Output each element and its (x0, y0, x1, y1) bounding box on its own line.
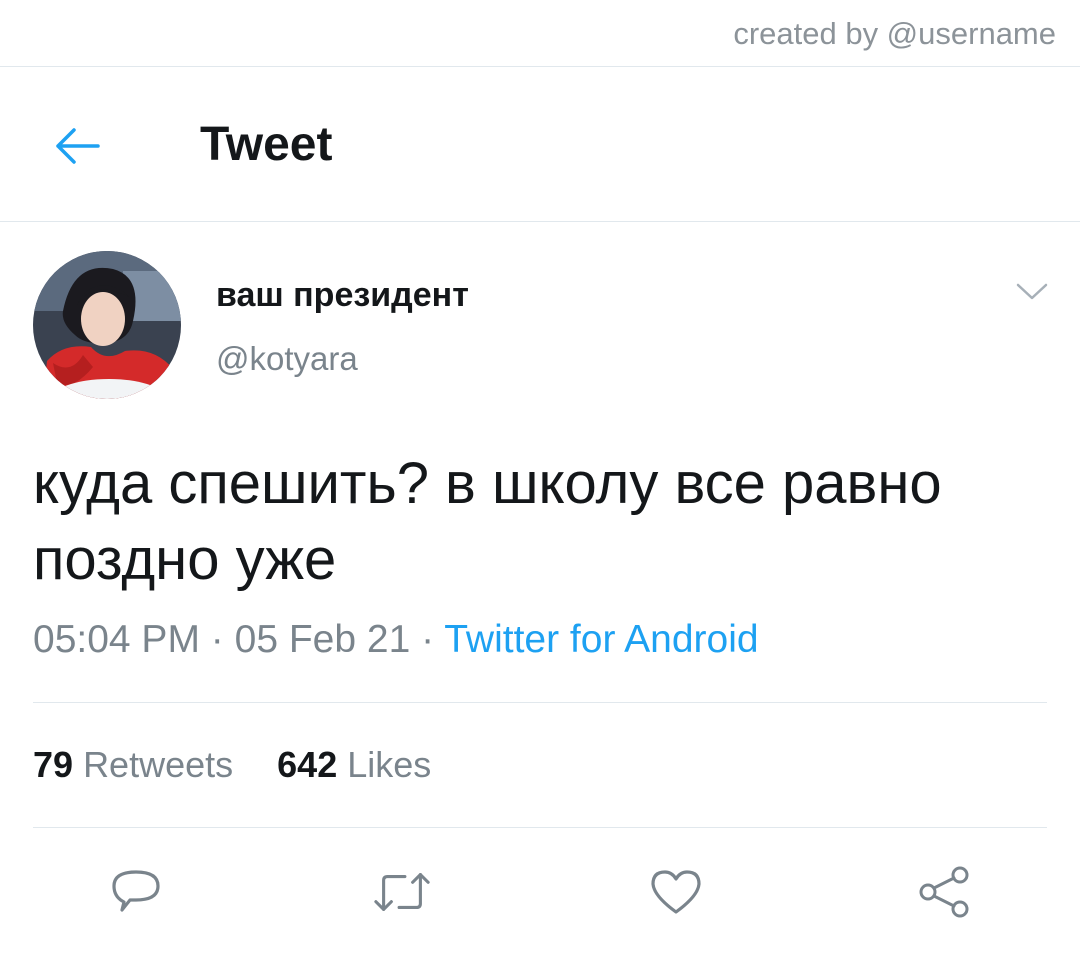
page-title: Tweet (200, 118, 333, 171)
retweet-icon (374, 873, 430, 911)
watermark-bar: created by @username (0, 0, 1080, 67)
share-icon (919, 866, 969, 918)
author-display-name[interactable]: ваш президент (216, 276, 469, 315)
likes-count: 642 (277, 744, 338, 785)
retweets-stat[interactable]: 79 Retweets (33, 744, 233, 786)
likes-label: Likes (347, 744, 432, 785)
share-button[interactable] (914, 862, 974, 922)
reply-icon (112, 870, 160, 912)
likes-stat[interactable]: 642 Likes (277, 744, 431, 786)
more-options-button[interactable] (1012, 276, 1052, 308)
tweet-time: 05:04 PM (33, 618, 200, 661)
avatar[interactable] (33, 251, 181, 399)
retweets-label: Retweets (83, 744, 234, 785)
tweet-text: куда спешить? в школу все равно поздно у… (33, 451, 942, 592)
top-app-bar: Tweet (0, 67, 1080, 222)
chevron-down-icon (1016, 283, 1048, 300)
retweet-button[interactable] (372, 862, 432, 922)
meta-separator: · (421, 618, 435, 661)
like-icon (651, 870, 701, 914)
reply-button[interactable] (106, 862, 166, 922)
tweet-metadata: 05:04 PM · 05 Feb 21 · Twitter for Andro… (33, 618, 759, 662)
avatar-image (33, 251, 181, 399)
divider (33, 827, 1047, 828)
meta-separator: · (210, 618, 224, 661)
back-arrow-icon (56, 128, 100, 164)
author-handle[interactable]: @kotyara (216, 340, 358, 378)
divider (33, 702, 1047, 703)
tweet-source-link[interactable]: Twitter for Android (444, 618, 758, 661)
tweet-date: 05 Feb 21 (234, 618, 411, 661)
back-button[interactable] (50, 119, 104, 173)
retweets-count: 79 (33, 744, 74, 785)
watermark-text: created by @username (733, 16, 1056, 51)
like-button[interactable] (646, 862, 706, 922)
tweet-stats: 79 Retweets 642 Likes (33, 744, 431, 786)
